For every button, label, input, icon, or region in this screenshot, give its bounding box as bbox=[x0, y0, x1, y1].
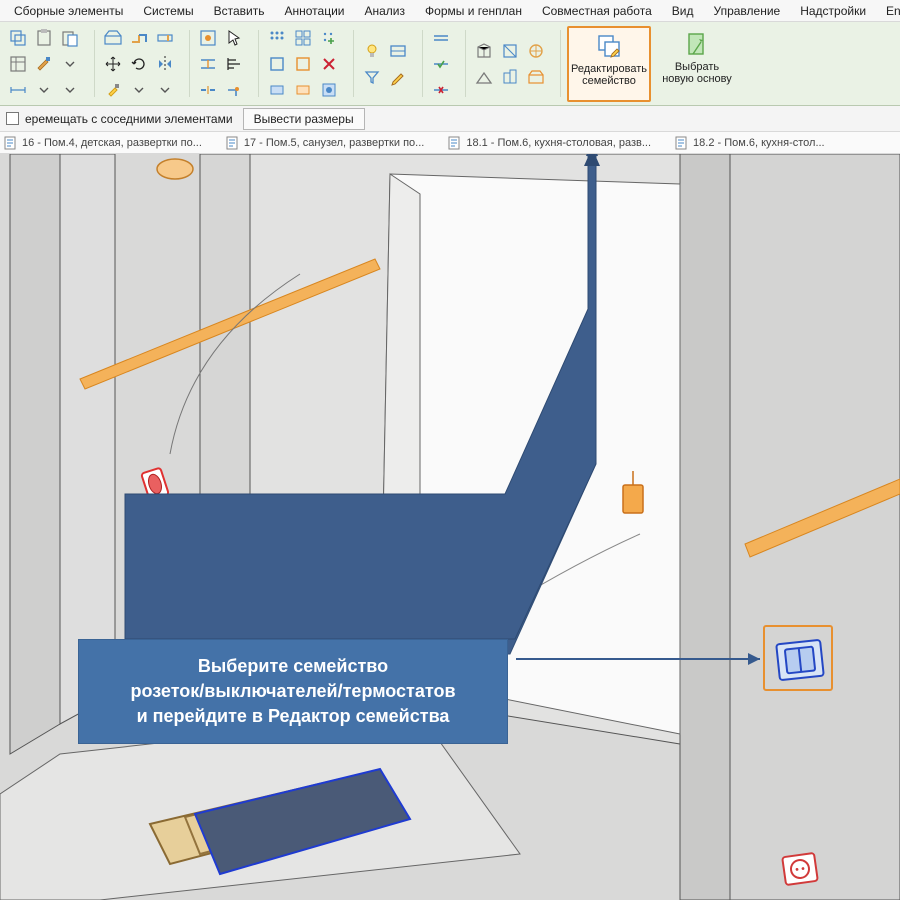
callout-instruction: Выберите семейство розеток/выключателей/… bbox=[78, 639, 508, 744]
ribbon-group-5 bbox=[360, 26, 416, 101]
show-dimensions-button[interactable]: Вывести размеры bbox=[243, 108, 365, 130]
clipboard-icon[interactable] bbox=[32, 26, 56, 50]
match-icon[interactable] bbox=[32, 52, 56, 76]
filter-icon[interactable] bbox=[360, 65, 384, 89]
view-tab-17[interactable]: 17 - Пом.5, санузел, развертки по... bbox=[226, 136, 424, 150]
array-dots-icon[interactable] bbox=[265, 26, 289, 50]
grid-icon[interactable] bbox=[291, 26, 315, 50]
type-prop-icon[interactable] bbox=[6, 52, 30, 76]
view-tabs-bar: 16 - Пом.4, детская, развертки по... 17 … bbox=[0, 132, 900, 154]
checkbox-icon bbox=[6, 112, 19, 125]
trim-icon[interactable] bbox=[222, 78, 246, 102]
dropdown4-icon[interactable] bbox=[127, 78, 151, 102]
bulb-icon[interactable] bbox=[360, 39, 384, 63]
square-blue-icon[interactable] bbox=[265, 52, 289, 76]
ribbon-group-6 bbox=[429, 26, 459, 101]
blue2-icon[interactable] bbox=[317, 78, 341, 102]
pick-new-host-button[interactable]: Выбратьновую основу bbox=[655, 26, 739, 102]
view-tab-label: 18.1 - Пом.6, кухня-столовая, разв... bbox=[466, 137, 651, 149]
menu-надстройки[interactable]: Надстройки bbox=[790, 1, 876, 21]
view-tab-label: 18.2 - Пом.6, кухня-стол... bbox=[693, 137, 825, 149]
ribbon-group-2 bbox=[101, 26, 183, 101]
pencil-icon[interactable] bbox=[386, 65, 410, 89]
menu-вид[interactable]: Вид bbox=[662, 1, 704, 21]
menu-ensc[interactable]: Ensc bbox=[876, 1, 900, 21]
move-icon[interactable] bbox=[101, 52, 125, 76]
pick-new-host-label: Выбратьновую основу bbox=[662, 61, 732, 85]
split-icon[interactable] bbox=[196, 78, 220, 102]
move-with-neighbors-checkbox[interactable]: еремещать с соседними элементами bbox=[6, 112, 233, 126]
edit-family-button[interactable]: Редактироватьсемейство bbox=[567, 26, 651, 102]
modify-icon[interactable] bbox=[6, 26, 30, 50]
create2-icon[interactable] bbox=[498, 39, 522, 63]
cut-icon[interactable] bbox=[101, 26, 125, 50]
paste-icon[interactable] bbox=[58, 26, 82, 50]
create4-icon[interactable] bbox=[472, 65, 496, 89]
blue3-icon[interactable] bbox=[386, 39, 410, 63]
menu-сборные-элементы[interactable]: Сборные элементы bbox=[4, 1, 133, 21]
menu-совместная-работа[interactable]: Совместная работа bbox=[532, 1, 662, 21]
create6-icon[interactable] bbox=[524, 65, 548, 89]
menu-bar: Сборные элементы Системы Вставить Аннота… bbox=[0, 0, 900, 22]
align-icon[interactable] bbox=[222, 52, 246, 76]
menu-аннотации[interactable]: Аннотации bbox=[275, 1, 355, 21]
activate-icon[interactable] bbox=[196, 26, 220, 50]
edit-family-label: Редактироватьсемейство bbox=[571, 63, 647, 87]
dim-equal-icon[interactable] bbox=[429, 26, 453, 50]
dim-check-icon[interactable] bbox=[429, 52, 453, 76]
create-icon[interactable] bbox=[472, 39, 496, 63]
view-tab-label: 17 - Пом.5, санузел, развертки по... bbox=[244, 137, 424, 149]
delete-icon[interactable] bbox=[317, 52, 341, 76]
dropdown-icon[interactable] bbox=[58, 52, 82, 76]
join-icon[interactable] bbox=[127, 26, 151, 50]
menu-системы[interactable]: Системы bbox=[133, 1, 203, 21]
create5-icon[interactable] bbox=[498, 65, 522, 89]
dropdown2-icon[interactable] bbox=[32, 78, 56, 102]
orange1-icon[interactable] bbox=[291, 78, 315, 102]
square-orange-icon[interactable] bbox=[291, 52, 315, 76]
rotate-icon[interactable] bbox=[127, 52, 151, 76]
ribbon-group-1 bbox=[6, 26, 88, 101]
ribbon-group-3 bbox=[196, 26, 252, 101]
mirror-icon[interactable] bbox=[153, 52, 177, 76]
menu-управление[interactable]: Управление bbox=[703, 1, 790, 21]
dropdown5-icon[interactable] bbox=[153, 78, 177, 102]
create3-icon[interactable] bbox=[524, 39, 548, 63]
menu-анализ[interactable]: Анализ bbox=[355, 1, 416, 21]
model-3d-scene bbox=[0, 154, 900, 900]
dim-tool-icon[interactable] bbox=[6, 78, 30, 102]
ribbon-group-4 bbox=[265, 26, 347, 101]
dropdown3-icon[interactable] bbox=[58, 78, 82, 102]
checkbox-label: еремещать с соседними элементами bbox=[25, 112, 233, 126]
menu-вставить[interactable]: Вставить bbox=[204, 1, 275, 21]
highlighted-switch-family[interactable] bbox=[763, 625, 833, 691]
highlight-icon[interactable] bbox=[101, 78, 125, 102]
view-tab-18-1[interactable]: 18.1 - Пом.6, кухня-столовая, разв... bbox=[448, 136, 651, 150]
cope-icon[interactable] bbox=[153, 26, 177, 50]
blue1-icon[interactable] bbox=[265, 78, 289, 102]
dotplus-icon[interactable] bbox=[317, 26, 341, 50]
dim-x-icon[interactable] bbox=[429, 78, 453, 102]
options-bar: еремещать с соседними элементами Вывести… bbox=[0, 106, 900, 132]
view-tab-16[interactable]: 16 - Пом.4, детская, развертки по... bbox=[4, 136, 202, 150]
ribbon-group-7 bbox=[472, 26, 554, 101]
view-tab-18-2[interactable]: 18.2 - Пом.6, кухня-стол... bbox=[675, 136, 825, 150]
menu-формы-и-генплан[interactable]: Формы и генплан bbox=[415, 1, 532, 21]
cursor-icon[interactable] bbox=[222, 26, 246, 50]
view-canvas[interactable]: Выберите семейство розеток/выключателей/… bbox=[0, 154, 900, 900]
ribbon: Редактироватьсемейство Выбратьновую осно… bbox=[0, 22, 900, 106]
view-tab-label: 16 - Пом.4, детская, развертки по... bbox=[22, 137, 202, 149]
offset-icon[interactable] bbox=[196, 52, 220, 76]
